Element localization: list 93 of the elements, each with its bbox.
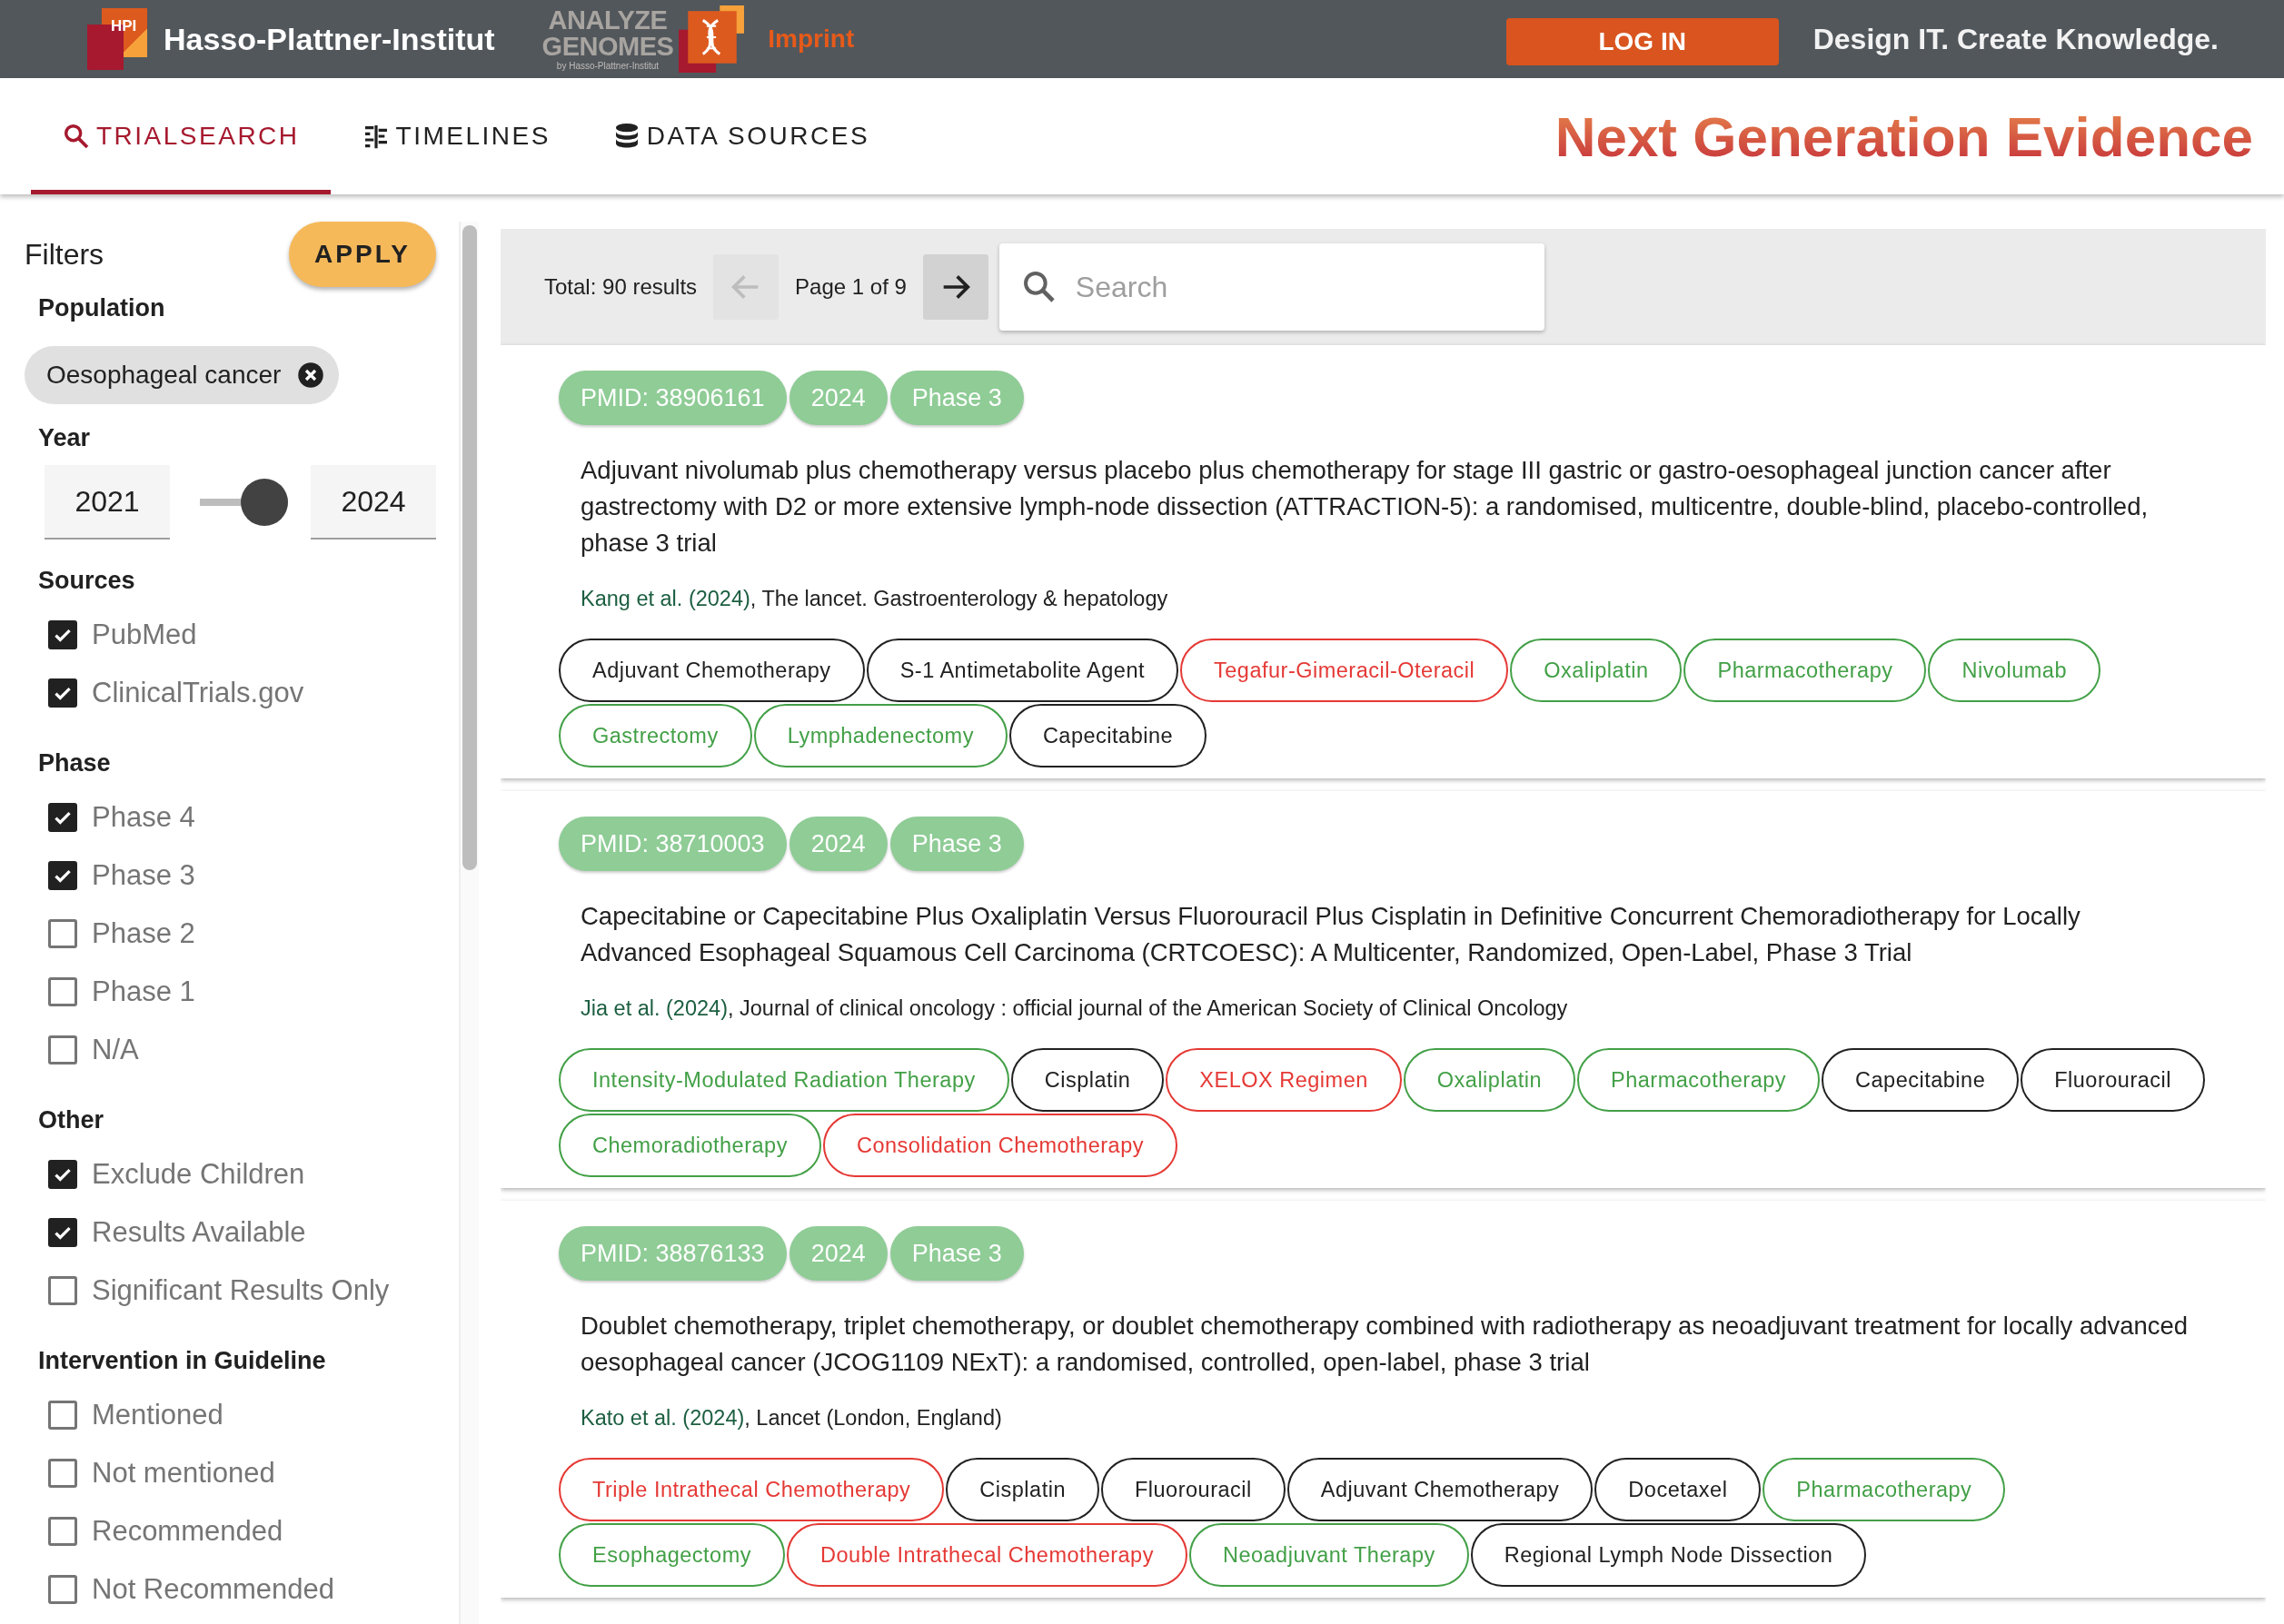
nav-tab[interactable]: DATA SOURCES [581,78,901,194]
year-badge: 2024 [789,371,888,425]
intervention-tag[interactable]: Cisplatin [1010,1048,1165,1112]
intervention-tag[interactable]: Adjuvant Chemotherapy [559,639,865,702]
hpi-logo[interactable]: HPI [87,8,147,70]
trial-title: Adjuvant nivolumab plus chemotherapy versus placebo plus chemotherapy for stage III gastric or gastro-oesophageal junction cancer after gastrectomy with D2 or more extensive lymph-node dissection (ATTRACTION-5): a randomised, multicentre, double-blind, placebo-controlled, phase 3 trial [581,455,2150,559]
next-page-button[interactable] [922,254,988,320]
intervention-tag[interactable]: Fluorouracil [2021,1048,2205,1112]
tagline: Design IT. Create Knowledge. [1812,22,2219,56]
intervention-tag[interactable]: Fluorouracil [1100,1458,1286,1521]
year-to-field[interactable]: 2024 [311,465,436,540]
slider-thumb[interactable] [241,479,289,526]
intervention-tag[interactable]: Capecitabine [1008,704,1207,767]
intervention-tag[interactable]: S-1 Antimetabolite Agent [866,639,1178,702]
checkbox-label: Mentioned [92,1399,223,1431]
checkbox-label: Phase 1 [92,975,195,1008]
logo-text: GENOMES [541,34,674,60]
section-title: Intervention in Guideline [38,1347,327,1375]
phase-badge: Phase 3 [889,371,1024,425]
logo-text: ANALYZE [548,7,668,34]
checkbox-label: Phase 3 [92,859,195,892]
intervention-tag[interactable]: Triple Intrathecal Chemotherapy [559,1458,945,1521]
checkbox[interactable] [48,620,77,649]
dna-logo-icon [679,5,745,73]
journal-name: , The lancet. Gastroenterology & hepatology [750,587,1168,610]
search-field[interactable]: Search [998,243,1544,331]
filter-chip[interactable]: Oesophageal cancer [25,346,340,404]
checkbox[interactable] [48,678,77,708]
journal-name: , Lancet (London, England) [744,1406,1002,1430]
checkbox-label: ClinicalTrials.gov [92,677,304,709]
chip-label: Oesophageal cancer [46,361,282,390]
checkbox[interactable] [48,1575,77,1604]
author-link[interactable]: Jia et al. (2024) [581,996,728,1020]
checkbox[interactable] [48,1401,77,1430]
year-badge: 2024 [789,1226,888,1281]
section-title: Sources [38,567,136,595]
year-from-field[interactable]: 2021 [45,465,170,540]
close-icon[interactable] [297,361,325,389]
pmid-badge: PMID: 38906161 [559,371,787,425]
intervention-tag[interactable]: Consolidation Chemotherapy [822,1114,1177,1177]
checkbox[interactable] [48,861,77,890]
checkbox[interactable] [48,1517,77,1546]
checkbox[interactable] [48,1160,77,1189]
pmid-badge: PMID: 38876133 [559,1226,787,1281]
author-link[interactable]: Kato et al. (2024) [581,1406,745,1430]
scrollbar[interactable] [459,222,479,1624]
author-link[interactable]: Kang et al. (2024) [581,587,750,610]
nav-tab[interactable]: TIMELINES [330,78,581,194]
results-count: Total: 90 results [544,274,698,300]
section-title: Population [38,294,166,322]
section-title: Other [38,1106,104,1134]
checkbox-label: Significant Results Only [92,1274,390,1307]
intervention-tag[interactable]: Cisplatin [946,1458,1099,1521]
checkbox[interactable] [48,1459,77,1488]
checkbox[interactable] [48,977,77,1006]
section-title: Year [38,424,92,452]
intervention-tag[interactable]: Docetaxel [1594,1458,1762,1521]
pmid-badge: PMID: 38710003 [559,817,787,871]
intervention-tag[interactable]: Double Intrathecal Chemotherapy [787,1523,1187,1587]
checkbox[interactable] [48,1276,77,1305]
checkbox-label: Phase 2 [92,917,195,950]
checkbox-label: Exclude Children [92,1158,305,1191]
checkbox-label: Recommended [92,1515,283,1548]
checkbox-label: Phase 4 [92,801,195,834]
institute-name: Hasso-Plattner-Institut [164,21,495,57]
checkbox-label: Results Available [92,1216,306,1249]
checkbox-label: Not mentioned [92,1457,275,1490]
apply-button[interactable]: APPLY [289,222,436,287]
checkbox[interactable] [48,1035,77,1065]
intervention-tag[interactable]: Adjuvant Chemotherapy [1286,1458,1594,1521]
trial-title: Doublet chemotherapy, triplet chemotherapy, or doublet chemotherapy combined with radiotherapy as neoadjuvant treatment for locally advanced oesophageal cancer (JCOG1109 NExT): a randomised, controlled, open-label, phase 3 trial [581,1311,2190,1378]
phase-badge: Phase 3 [889,817,1024,871]
intervention-tag[interactable]: XELOX Regimen [1166,1048,1402,1112]
intervention-tag[interactable]: Capecitabine [1822,1048,2020,1112]
intervention-tag[interactable]: Regional Lymph Node Dissection [1470,1523,1867,1587]
nav-tab[interactable]: TRIALSEARCH [31,78,331,194]
checkbox-label: PubMed [92,619,197,651]
filters-title: Filters [25,237,104,272]
phase-badge: Phase 3 [889,1226,1024,1281]
checkbox[interactable] [48,1218,77,1247]
section-title: Phase [38,749,112,777]
login-button[interactable]: LOG IN [1505,18,1779,65]
checkbox-label: Not Recommended [92,1573,335,1606]
checkbox[interactable] [48,919,77,948]
trial-title: Capecitabine or Capecitabine Plus Oxaliplatin Versus Fluorouracil Plus Cisplatin in Definitive Concurrent Chemoradiotherapy for Locally Advanced Esophageal Squamous Cell Carcinoma (CRTCOESC): A Multicenter, Randomized, Open-Label, Phase 3 Trial [581,901,2081,968]
intervention-tag[interactable]: Tegafur-Gimeracil-Oteracil [1180,639,1509,702]
logo-byline: by Hasso-Plattner-Institut [556,62,660,71]
checkbox-label: N/A [92,1034,139,1066]
page-indicator: Page 1 of 9 [795,274,907,300]
checkbox[interactable] [48,803,77,832]
search-icon [62,122,91,151]
year-badge: 2024 [789,817,888,871]
journal-name: , Journal of clinical oncology : official journal of the American Society of Clinical Oncology [728,996,1568,1020]
